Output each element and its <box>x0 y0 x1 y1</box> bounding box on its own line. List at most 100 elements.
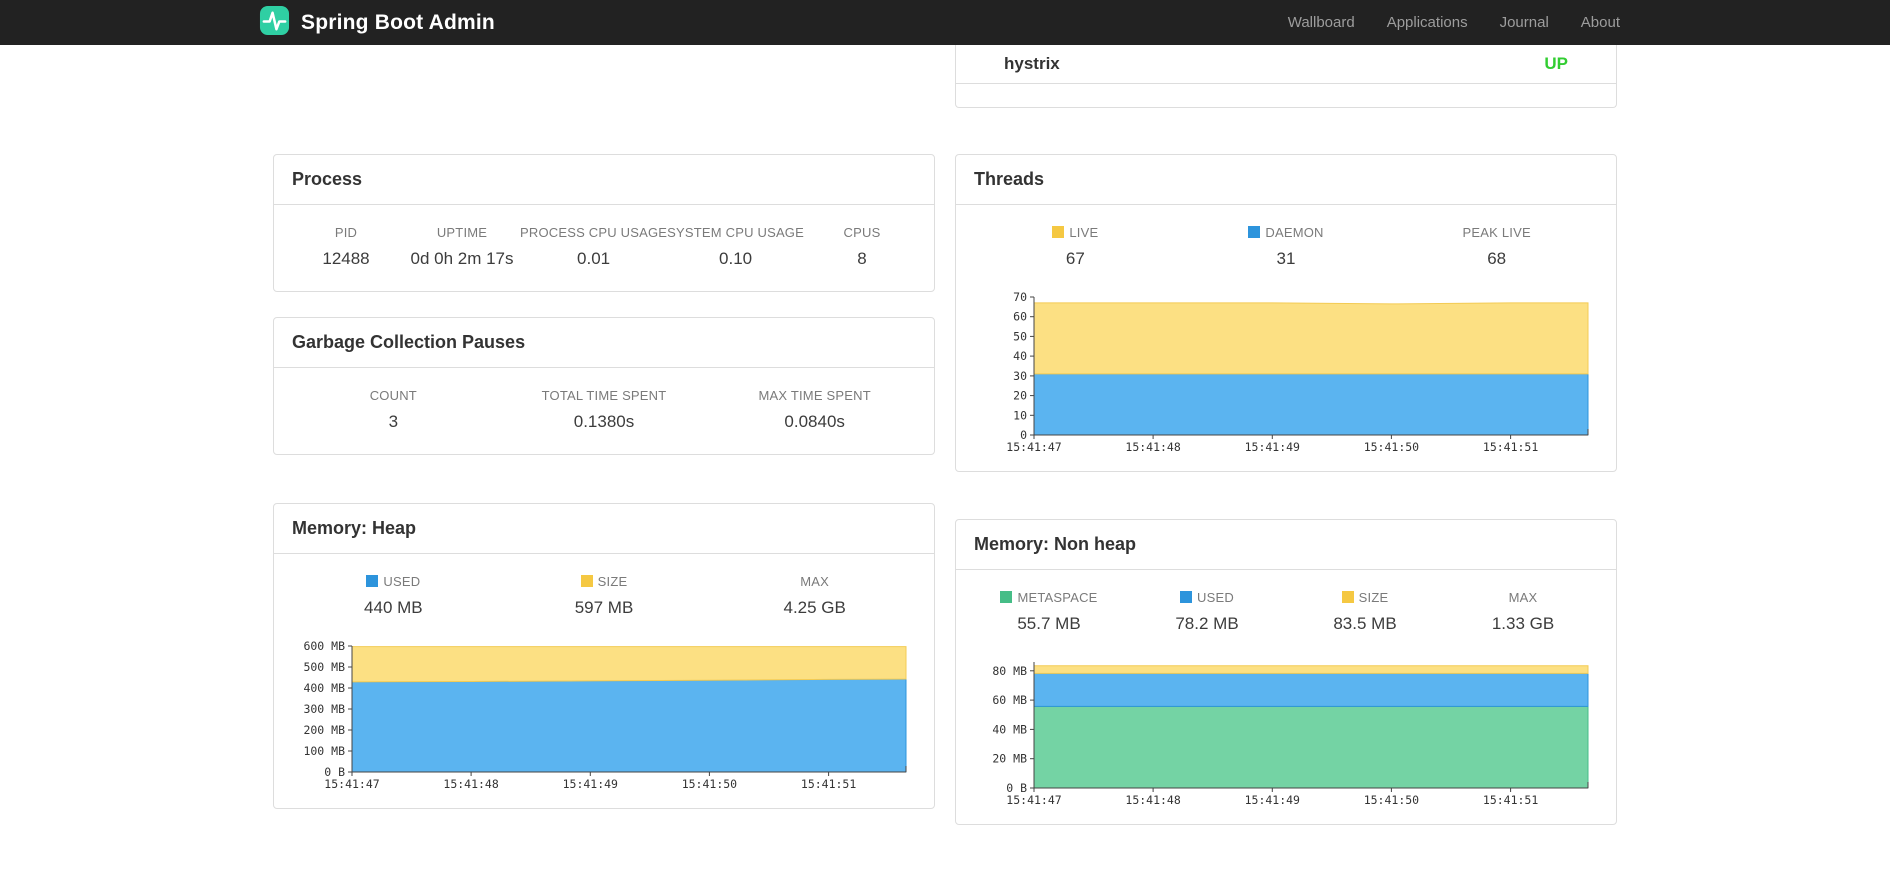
stat-label: UPTIME <box>436 225 488 240</box>
svg-text:10: 10 <box>1013 408 1027 422</box>
svg-text:20 MB: 20 MB <box>992 752 1027 766</box>
panel-gc-pauses: Garbage Collection Pauses COUNT 3 TOTAL … <box>273 317 935 455</box>
stat-heap-size: SIZE 597 MB <box>499 574 710 618</box>
size-legend-swatch <box>1341 591 1354 603</box>
stat-value: 68 <box>1487 249 1507 268</box>
svg-text:60: 60 <box>1013 310 1027 324</box>
stat-label: LIVE <box>970 225 1181 240</box>
stat-system-cpu-usage: SYSTEM CPU USAGE 0.10 <box>667 225 804 269</box>
nonheap-title: Memory: Non heap <box>956 520 1616 570</box>
svg-text:15:41:50: 15:41:50 <box>682 777 737 791</box>
stat-gc-max-time: MAX TIME SPENT 0.0840s <box>709 388 920 432</box>
stat-label: SIZE <box>499 574 710 589</box>
nav-item-journal[interactable]: Journal <box>1500 14 1549 31</box>
stat-value: 0.0840s <box>784 412 845 431</box>
panel-memory-nonheap: Memory: Non heap METASPACE 55.7 MB USED … <box>955 519 1617 825</box>
nav-item-wallboard[interactable]: Wallboard <box>1288 14 1355 31</box>
svg-text:15:41:48: 15:41:48 <box>443 777 498 791</box>
svg-text:15:41:50: 15:41:50 <box>1364 440 1419 454</box>
threads-area-chart: 01020304050607015:41:47 15:41:48 15:41:49 1… <box>1006 291 1589 454</box>
stat-uptime: UPTIME 0d 0h 2m 17s <box>404 225 520 269</box>
stat-value: 12488 <box>322 249 370 268</box>
stat-value: 3 <box>388 412 399 431</box>
brand[interactable]: Spring Boot Admin <box>259 5 495 41</box>
svg-text:15:41:51: 15:41:51 <box>801 777 856 791</box>
stat-label: USED <box>1128 590 1286 605</box>
svg-text:15:41:48: 15:41:48 <box>1125 793 1180 807</box>
svg-text:15:41:48: 15:41:48 <box>1125 440 1180 454</box>
svg-text:70: 70 <box>1013 291 1027 304</box>
stat-label: MAX TIME SPENT <box>758 388 871 403</box>
heap-area-chart: 0 B100 MB200 MB300 MB400 MB500 MB600 MB1… <box>303 640 907 791</box>
threads-stats: LIVE 67 DAEMON 31 PEAK LIVE 68 <box>956 205 1616 291</box>
stat-heap-max: MAX 4.25 GB <box>709 574 920 618</box>
svg-text:200 MB: 200 MB <box>303 723 345 737</box>
size-legend-swatch <box>580 575 593 587</box>
stat-threads-peak-live: PEAK LIVE 68 <box>1391 225 1602 269</box>
panel-applications-partial: hystrix UP <box>955 45 1617 108</box>
stat-value: 31 <box>1276 249 1296 268</box>
used-legend-swatch <box>1180 591 1193 603</box>
status-badge: UP <box>1544 54 1568 73</box>
nav-item-applications[interactable]: Applications <box>1387 14 1468 31</box>
application-name[interactable]: hystrix <box>1004 54 1060 74</box>
stat-label: SYSTEM CPU USAGE <box>667 225 804 240</box>
stat-cpus: CPUS 8 <box>804 225 920 269</box>
svg-text:30: 30 <box>1013 369 1027 383</box>
svg-text:15:41:49: 15:41:49 <box>1245 793 1300 807</box>
stat-value: 0.10 <box>719 249 753 268</box>
svg-text:20: 20 <box>1013 389 1027 403</box>
stat-value: 0.1380s <box>573 412 635 431</box>
stat-nonheap-max: MAX 1.33 GB <box>1444 590 1602 634</box>
stat-value: 4.25 GB <box>783 598 846 617</box>
gc-stats: COUNT 3 TOTAL TIME SPENT 0.1380s MAX TIM… <box>274 368 934 454</box>
svg-text:15:41:50: 15:41:50 <box>1364 793 1419 807</box>
stat-value: 55.7 MB <box>1017 614 1081 633</box>
svg-text:15:41:47: 15:41:47 <box>324 777 379 791</box>
right-column: hystrix UP Threads LIVE 67 DAEMON 31 PEA… <box>955 45 1617 825</box>
svg-text:80 MB: 80 MB <box>992 664 1027 678</box>
svg-text:15:41:49: 15:41:49 <box>1245 440 1300 454</box>
svg-text:500 MB: 500 MB <box>303 660 345 674</box>
stat-pid: PID 12488 <box>288 225 404 269</box>
stat-value: 0.01 <box>577 249 611 268</box>
svg-text:40: 40 <box>1013 349 1027 363</box>
nav-item-about[interactable]: About <box>1581 14 1620 31</box>
stat-label: USED <box>288 574 499 589</box>
stat-label: PEAK LIVE <box>1462 225 1531 240</box>
used-legend-swatch <box>366 575 379 587</box>
stat-value: 83.5 MB <box>1333 614 1397 633</box>
panel-memory-heap: Memory: Heap USED 440 MB SIZE 597 MB MAX… <box>273 503 935 809</box>
stat-label: CPUS <box>843 225 881 240</box>
stat-threads-daemon: DAEMON 31 <box>1181 225 1392 269</box>
stat-value: 8 <box>857 249 867 268</box>
stat-nonheap-metaspace: METASPACE 55.7 MB <box>970 590 1128 634</box>
stat-process-cpu-usage: PROCESS CPU USAGE 0.01 <box>520 225 667 269</box>
panel-process: Process PID 12488 UPTIME 0d 0h 2m 17s PR… <box>273 154 935 292</box>
svg-text:40 MB: 40 MB <box>992 722 1027 736</box>
svg-text:400 MB: 400 MB <box>303 681 345 695</box>
stat-label: SIZE <box>1286 590 1444 605</box>
stat-value: 0d 0h 2m 17s <box>410 249 514 268</box>
svg-text:100 MB: 100 MB <box>303 744 345 758</box>
svg-text:15:41:47: 15:41:47 <box>1006 793 1061 807</box>
gc-title: Garbage Collection Pauses <box>274 318 934 368</box>
threads-title: Threads <box>956 155 1616 205</box>
stat-nonheap-size: SIZE 83.5 MB <box>1286 590 1444 634</box>
daemon-legend-swatch <box>1248 226 1261 238</box>
process-title: Process <box>274 155 934 205</box>
nonheap-stats: METASPACE 55.7 MB USED 78.2 MB SIZE 83.5… <box>956 570 1616 656</box>
stat-label: PID <box>334 225 358 240</box>
nav-links: Wallboard Applications Journal About <box>1288 14 1620 31</box>
application-row-hystrix[interactable]: hystrix UP <box>956 45 1616 84</box>
process-stats: PID 12488 UPTIME 0d 0h 2m 17s PROCESS CP… <box>274 205 934 291</box>
stat-value: 67 <box>1065 249 1085 268</box>
svg-text:15:41:49: 15:41:49 <box>563 777 618 791</box>
stat-value: 78.2 MB <box>1175 614 1239 633</box>
svg-text:15:41:51: 15:41:51 <box>1483 793 1538 807</box>
svg-text:300 MB: 300 MB <box>303 702 345 716</box>
stat-label: COUNT <box>369 388 417 403</box>
stat-value: 597 MB <box>574 598 634 617</box>
stat-gc-count: COUNT 3 <box>288 388 499 432</box>
nonheap-chart-container: 0 B 20 MB 40 MB 60 MB 80 MB 15:41:47 15:41:48 1… <box>956 656 1616 824</box>
